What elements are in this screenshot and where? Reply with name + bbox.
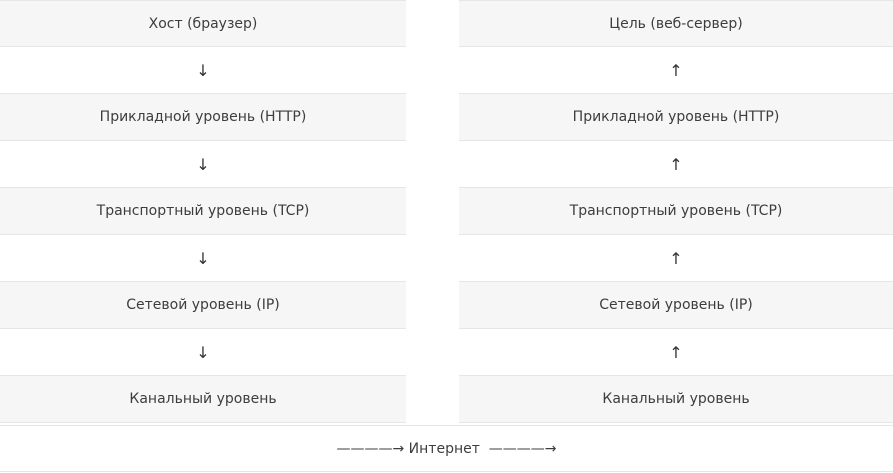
network-layers-diagram: Хост (браузер) ↓ Прикладной уровень (HTT… (0, 0, 893, 473)
down-arrow-glyph: ↓ (196, 154, 210, 174)
server-layer-application: Прикладной уровень (HTTP) (459, 94, 893, 141)
internet-row: ————→ Интернет ————→ (0, 425, 893, 472)
internet-right-arrow: ————→ (488, 440, 557, 457)
server-column: Цель (веб-сервер) ↑ Прикладной уровень (… (459, 0, 893, 423)
server-layer-link: Канальный уровень (459, 376, 893, 423)
down-arrow: ↓ (0, 141, 406, 188)
server-layer-label: Прикладной уровень (HTTP) (572, 109, 780, 125)
down-arrow: ↓ (0, 329, 406, 376)
server-header-label: Цель (веб-сервер) (609, 15, 743, 32)
host-layer-transport: Транспортный уровень (TCP) (0, 188, 406, 235)
server-layer-label: Сетевой уровень (IP) (599, 297, 753, 313)
down-arrow: ↓ (0, 235, 406, 282)
up-arrow-glyph: ↑ (669, 154, 683, 174)
host-layer-label: Транспортный уровень (TCP) (96, 203, 310, 219)
server-layer-transport: Транспортный уровень (TCP) (459, 188, 893, 235)
host-header-label: Хост (браузер) (148, 15, 258, 32)
host-layer-label: Сетевой уровень (IP) (126, 297, 280, 313)
host-layer-network: Сетевой уровень (IP) (0, 282, 406, 329)
internet-left-arrow: ————→ (336, 440, 405, 457)
host-layer-label: Канальный уровень (129, 391, 277, 407)
up-arrow: ↑ (459, 47, 893, 94)
server-layer-label: Канальный уровень (602, 391, 750, 407)
up-arrow: ↑ (459, 329, 893, 376)
down-arrow-glyph: ↓ (196, 342, 210, 362)
down-arrow-glyph: ↓ (196, 60, 210, 80)
down-arrow-glyph: ↓ (196, 248, 210, 268)
up-arrow-glyph: ↑ (669, 60, 683, 80)
server-header: Цель (веб-сервер) (459, 0, 893, 47)
server-layer-label: Транспортный уровень (TCP) (569, 203, 783, 219)
up-arrow-glyph: ↑ (669, 248, 683, 268)
host-layer-link: Канальный уровень (0, 376, 406, 423)
host-column: Хост (браузер) ↓ Прикладной уровень (HTT… (0, 0, 406, 423)
internet-label: Интернет (408, 440, 480, 457)
server-layer-network: Сетевой уровень (IP) (459, 282, 893, 329)
host-header: Хост (браузер) (0, 0, 406, 47)
host-layer-label: Прикладной уровень (HTTP) (99, 109, 307, 125)
up-arrow: ↑ (459, 141, 893, 188)
down-arrow: ↓ (0, 47, 406, 94)
up-arrow-glyph: ↑ (669, 342, 683, 362)
host-layer-application: Прикладной уровень (HTTP) (0, 94, 406, 141)
up-arrow: ↑ (459, 235, 893, 282)
